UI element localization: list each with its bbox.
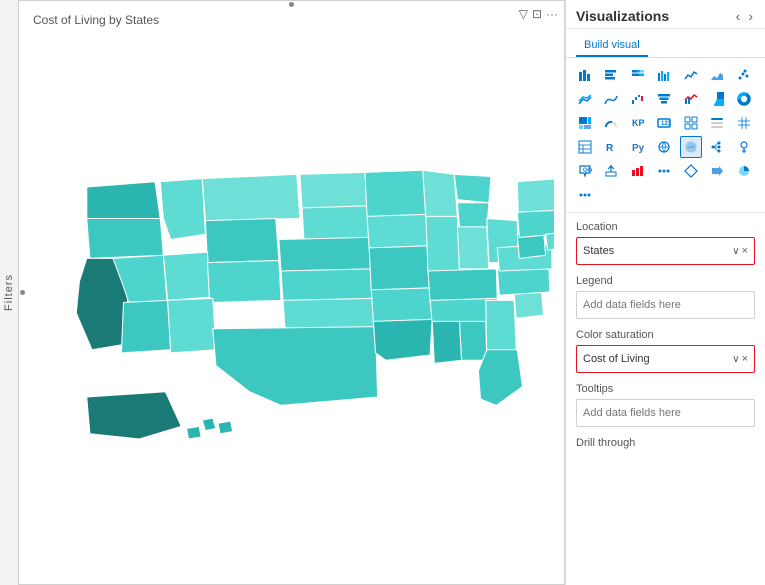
- resize-handle-top[interactable]: [277, 1, 307, 7]
- color-saturation-chip-value: Cost of Living: [583, 353, 650, 365]
- location-chip-value: States: [583, 245, 614, 257]
- kpi-icon[interactable]: KPI: [627, 112, 649, 134]
- line-chart-icon[interactable]: [680, 64, 702, 86]
- legend-label: Legend: [576, 275, 755, 287]
- location-chip: States: [583, 245, 732, 257]
- stacked-column-icon[interactable]: [574, 64, 596, 86]
- resize-dot-top: [289, 2, 294, 7]
- viz-panel: Visualizations ‹ › Build visual: [565, 0, 765, 585]
- color-saturation-remove[interactable]: ×: [742, 353, 748, 365]
- viz-tabs: Build visual: [566, 29, 765, 58]
- viz-nav-forward[interactable]: ›: [746, 8, 755, 24]
- filled-map-icon[interactable]: [680, 136, 702, 158]
- card-icon[interactable]: 123: [653, 112, 675, 134]
- drill-through-section: Drill through: [576, 437, 755, 449]
- viz-panel-title: Visualizations: [576, 8, 669, 24]
- color-saturation-label: Color saturation: [576, 329, 755, 341]
- filters-sidebar[interactable]: Filters: [0, 0, 18, 585]
- svg-text:Q&A: Q&A: [583, 168, 592, 174]
- r-script-icon[interactable]: R: [600, 136, 622, 158]
- filter-icon[interactable]: ▽: [519, 7, 528, 21]
- location-chevron[interactable]: ∨: [732, 246, 739, 257]
- combo-icon[interactable]: [680, 88, 702, 110]
- decomp-tree-icon[interactable]: [706, 136, 728, 158]
- more-icon[interactable]: ···: [546, 7, 558, 21]
- area-chart-icon[interactable]: [706, 64, 728, 86]
- drill-through-label: Drill through: [576, 437, 755, 449]
- svg-text:R: R: [606, 143, 614, 154]
- stacked-bar-icon[interactable]: [600, 64, 622, 86]
- scatter-chart-icon[interactable]: [733, 64, 755, 86]
- key-influencer-icon[interactable]: [733, 136, 755, 158]
- resize-dot-left: [20, 290, 25, 295]
- location-section: Location States ∨ ×: [576, 221, 755, 265]
- map-panel: Filters ▽ ⊡ ··· Cost of Living by States: [0, 0, 565, 585]
- tooltips-section: Tooltips Add data fields here: [576, 383, 755, 427]
- icon-grid: KPI 123 R Py: [566, 58, 765, 213]
- tab-build-visual[interactable]: Build visual: [576, 35, 648, 57]
- svg-text:123: 123: [661, 121, 671, 127]
- tooltips-label: Tooltips: [576, 383, 755, 395]
- table-icon[interactable]: [574, 136, 596, 158]
- diamond-icon[interactable]: [680, 160, 702, 182]
- bar-chart-2-icon[interactable]: [627, 160, 649, 182]
- field-wells: Location States ∨ × Legend Add data fiel…: [566, 213, 765, 585]
- tooltips-field-well[interactable]: Add data fields here: [576, 399, 755, 427]
- resize-icon[interactable]: ⊡: [532, 7, 542, 21]
- chart-title: Cost of Living by States: [33, 13, 159, 27]
- color-saturation-section: Color saturation Cost of Living ∨ ×: [576, 329, 755, 373]
- legend-placeholder: Add data fields here: [583, 299, 681, 311]
- export-icon[interactable]: [600, 160, 622, 182]
- location-remove[interactable]: ×: [742, 245, 748, 257]
- pie-2-icon[interactable]: [733, 160, 755, 182]
- us-map[interactable]: [29, 31, 554, 574]
- svg-text:KPI: KPI: [632, 118, 645, 128]
- location-chip-actions: ∨ ×: [732, 245, 748, 257]
- more-viz-icon[interactable]: [653, 160, 675, 182]
- color-saturation-field-well[interactable]: Cost of Living ∨ ×: [576, 345, 755, 373]
- clustered-column-icon[interactable]: [653, 64, 675, 86]
- ribbon-icon[interactable]: [600, 88, 622, 110]
- multirow-card-icon[interactable]: [680, 112, 702, 134]
- arrow-icon[interactable]: [706, 160, 728, 182]
- legend-field-well[interactable]: Add data fields here: [576, 291, 755, 319]
- qa-icon[interactable]: Q&A: [574, 160, 596, 182]
- line-stacked-icon[interactable]: [574, 88, 596, 110]
- funnel-icon[interactable]: [653, 88, 675, 110]
- location-label: Location: [576, 221, 755, 233]
- color-saturation-chip: Cost of Living: [583, 353, 732, 365]
- viz-nav-back[interactable]: ‹: [734, 8, 743, 24]
- tooltips-placeholder: Add data fields here: [583, 407, 681, 419]
- resize-handle-left[interactable]: [19, 278, 25, 308]
- treemap-icon[interactable]: [574, 112, 596, 134]
- filters-label[interactable]: Filters: [3, 274, 15, 311]
- color-saturation-chip-actions: ∨ ×: [732, 353, 748, 365]
- map-icon[interactable]: [653, 136, 675, 158]
- waterfall-icon[interactable]: [627, 88, 649, 110]
- donut-icon[interactable]: [733, 88, 755, 110]
- matrix-icon[interactable]: [733, 112, 755, 134]
- legend-section: Legend Add data fields here: [576, 275, 755, 319]
- color-saturation-chevron[interactable]: ∨: [732, 354, 739, 365]
- map-container: ▽ ⊡ ··· Cost of Living by States: [18, 0, 565, 585]
- ellipsis-icon[interactable]: [574, 184, 596, 206]
- python-icon[interactable]: Py: [627, 136, 649, 158]
- gauge-icon[interactable]: [600, 112, 622, 134]
- svg-text:Py: Py: [632, 143, 645, 154]
- pie-chart-icon[interactable]: [706, 88, 728, 110]
- map-toolbar: ▽ ⊡ ···: [519, 7, 558, 21]
- viz-nav: ‹ ›: [734, 8, 755, 24]
- location-field-well[interactable]: States ∨ ×: [576, 237, 755, 265]
- 100pct-bar-icon[interactable]: [627, 64, 649, 86]
- slicer-icon[interactable]: [706, 112, 728, 134]
- viz-header: Visualizations ‹ ›: [566, 0, 765, 29]
